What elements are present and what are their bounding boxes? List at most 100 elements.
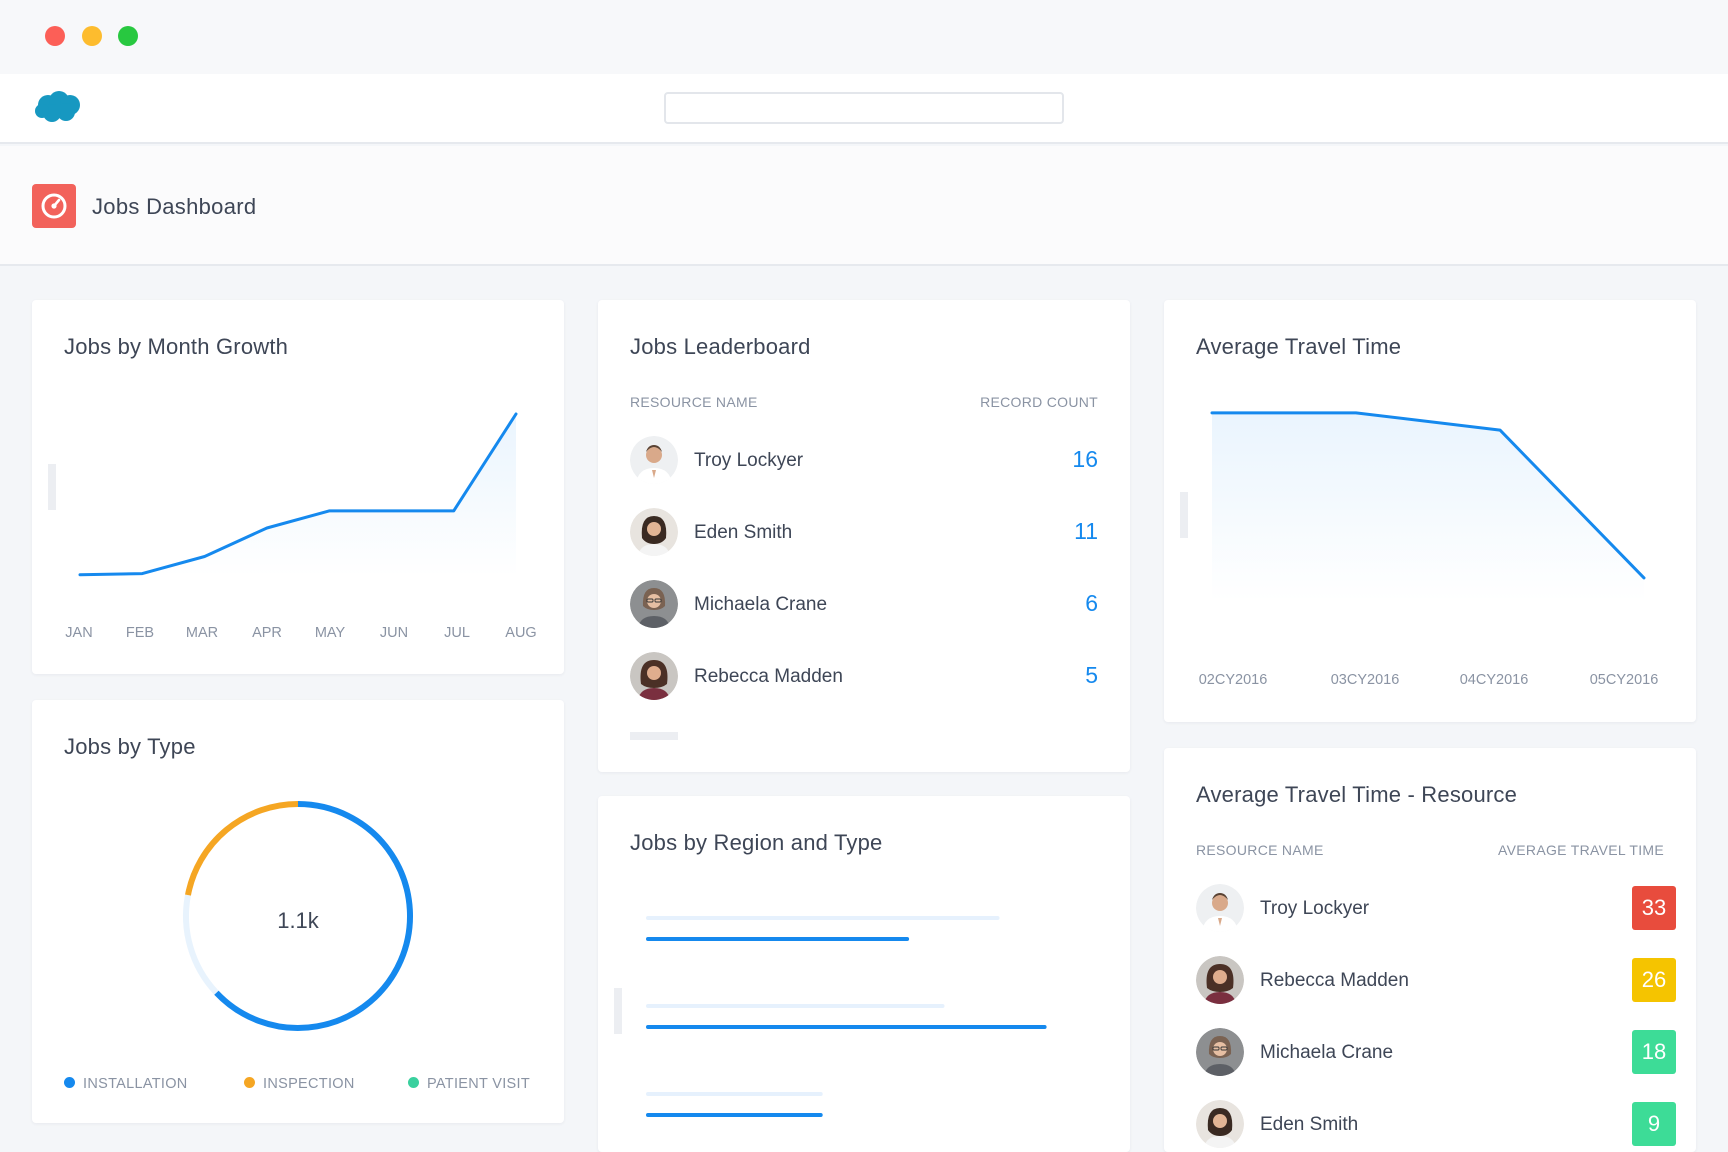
resource-name: Eden Smith (694, 522, 793, 543)
data-point[interactable] (510, 408, 522, 420)
record-count: 6 (1085, 590, 1098, 616)
x-axis-tick-label: AUG (505, 625, 537, 641)
card-title: Average Travel Time - Resource (1196, 782, 1518, 807)
resource-name: Rebecca Madden (1260, 970, 1409, 991)
data-point[interactable] (74, 569, 86, 581)
record-count: 5 (1085, 662, 1098, 688)
x-axis-tick-label: APR (252, 625, 282, 641)
jobs-by-type-card: Jobs by Type 1.1k INSTALLATION INSPECTION… (32, 700, 564, 1123)
resource-name: Troy Lockyer (694, 450, 804, 471)
x-axis-tick-label: 02CY2016 (1198, 672, 1268, 688)
avatar (1196, 884, 1244, 932)
salesforce-cloud-logo[interactable] (34, 90, 82, 124)
data-point[interactable] (448, 505, 460, 517)
donut-slice[interactable] (185, 801, 299, 896)
data-point[interactable] (323, 505, 335, 517)
legend-item[interactable]: INSPECTION (244, 1076, 355, 1092)
table-scroll-handle[interactable] (630, 732, 678, 740)
legend-item[interactable]: INSTALLATION (64, 1076, 188, 1092)
bar[interactable] (646, 1004, 945, 1008)
table-row[interactable]: Eden Smith 11 (630, 508, 1098, 556)
x-axis-tick-label: MAR (185, 625, 219, 641)
jobs-by-month-card: Jobs by Month Growth JAN FEB MAR APR MAY JUN J… (32, 300, 564, 674)
travel-time-badge: 33 (1632, 886, 1676, 930)
page-title: Jobs Dashboard (92, 194, 257, 219)
resource-name: Troy Lockyer (1260, 898, 1370, 919)
data-point[interactable] (1350, 407, 1362, 419)
x-axis-tick-label: FEB (125, 625, 155, 641)
dashboard-gauge-icon (32, 184, 76, 228)
x-axis-tick-label: 04CY2016 (1459, 672, 1529, 688)
bar[interactable] (646, 937, 910, 941)
x-axis-tick-label: JAN (65, 625, 93, 641)
legend-item[interactable]: PATIENT VISIT (408, 1076, 530, 1092)
data-point[interactable] (1206, 407, 1218, 419)
travel-time-badge: 26 (1632, 958, 1676, 1002)
x-axis-tick-label: 03CY2016 (1330, 672, 1400, 688)
travel-time-badge: 9 (1632, 1102, 1676, 1146)
data-point[interactable] (136, 568, 148, 580)
data-point[interactable] (199, 550, 211, 562)
column-header-record-count: RECORD COUNT (980, 394, 1098, 410)
resource-name: Michaela Crane (694, 594, 828, 615)
jobs-by-month-chart (74, 408, 522, 581)
data-point[interactable] (1494, 424, 1506, 436)
card-title: Jobs Leaderboard (630, 334, 811, 359)
table-row[interactable]: Troy Lockyer 16 (630, 436, 1098, 484)
window-minimize-button[interactable] (82, 26, 102, 46)
legend-label: PATIENT VISIT (427, 1076, 530, 1092)
travel-time-badge: 18 (1632, 1030, 1676, 1074)
resource-name: Rebecca Madden (694, 666, 843, 687)
table-row[interactable]: Rebecca Madden 26 (1196, 956, 1676, 1004)
table-row[interactable]: Michaela Crane 6 (630, 580, 1098, 628)
legend-dot-icon (64, 1077, 75, 1088)
legend-dot-icon (244, 1077, 255, 1088)
page-header: Jobs Dashboard (0, 146, 1728, 266)
jobs-by-region-card: Jobs by Region and Type (598, 796, 1130, 1152)
table-row[interactable]: Michaela Crane 18 (1196, 1028, 1676, 1076)
jobs-leaderboard-card: Jobs Leaderboard RESOURCE NAME RECORD CO… (598, 300, 1130, 772)
avatar (1196, 956, 1244, 1004)
jobs-by-region-chart (646, 916, 1047, 1117)
average-travel-time-chart (1206, 407, 1650, 602)
bar[interactable] (646, 1092, 823, 1096)
avatar (1196, 1028, 1244, 1076)
area-fill (1212, 412, 1644, 602)
bar[interactable] (646, 1113, 823, 1117)
x-axis-tick-label: MAY (314, 625, 346, 641)
table-row[interactable]: Eden Smith 9 (1196, 1100, 1676, 1148)
legend-dot-icon (408, 1077, 419, 1088)
data-point[interactable] (385, 505, 397, 517)
x-axis-tick-label: JUN (379, 625, 409, 641)
x-axis-tick-label: JUL (444, 625, 470, 641)
table-row[interactable]: Troy Lockyer 33 (1196, 884, 1676, 932)
avatar (1196, 1100, 1244, 1148)
legend-label: INSTALLATION (83, 1076, 188, 1092)
avatar (630, 436, 678, 484)
resource-name: Eden Smith (1260, 1114, 1359, 1135)
window-close-button[interactable] (45, 26, 65, 46)
avatar (630, 580, 678, 628)
resource-name: Michaela Crane (1260, 1042, 1394, 1063)
app-header (0, 74, 1728, 144)
average-travel-time-resource-card: Average Travel Time - Resource RESOURCE … (1164, 748, 1696, 1152)
column-header-average-travel-time: AVERAGE TRAVEL TIME (1498, 842, 1664, 858)
avatar (630, 652, 678, 700)
column-header-resource-name: RESOURCE NAME (630, 394, 758, 410)
data-point[interactable] (261, 522, 273, 534)
window-maximize-button[interactable] (118, 26, 138, 46)
donut-total-value: 1.1k (277, 908, 319, 933)
avatar (630, 508, 678, 556)
record-count: 11 (1074, 518, 1098, 544)
column-header-resource-name: RESOURCE NAME (1196, 842, 1324, 858)
data-point[interactable] (1638, 572, 1650, 584)
bar[interactable] (646, 916, 1000, 920)
table-row[interactable]: Rebecca Madden 5 (630, 652, 1098, 700)
record-count: 16 (1072, 446, 1098, 472)
area-fill (80, 414, 516, 577)
x-axis-tick-label: 05CY2016 (1589, 672, 1659, 688)
bar[interactable] (646, 1025, 1047, 1029)
average-travel-time-card: Average Travel Time 02CY2016 03CY2016 04CY… (1164, 300, 1696, 722)
legend-label: INSPECTION (263, 1076, 355, 1092)
global-search-input[interactable] (664, 92, 1064, 124)
